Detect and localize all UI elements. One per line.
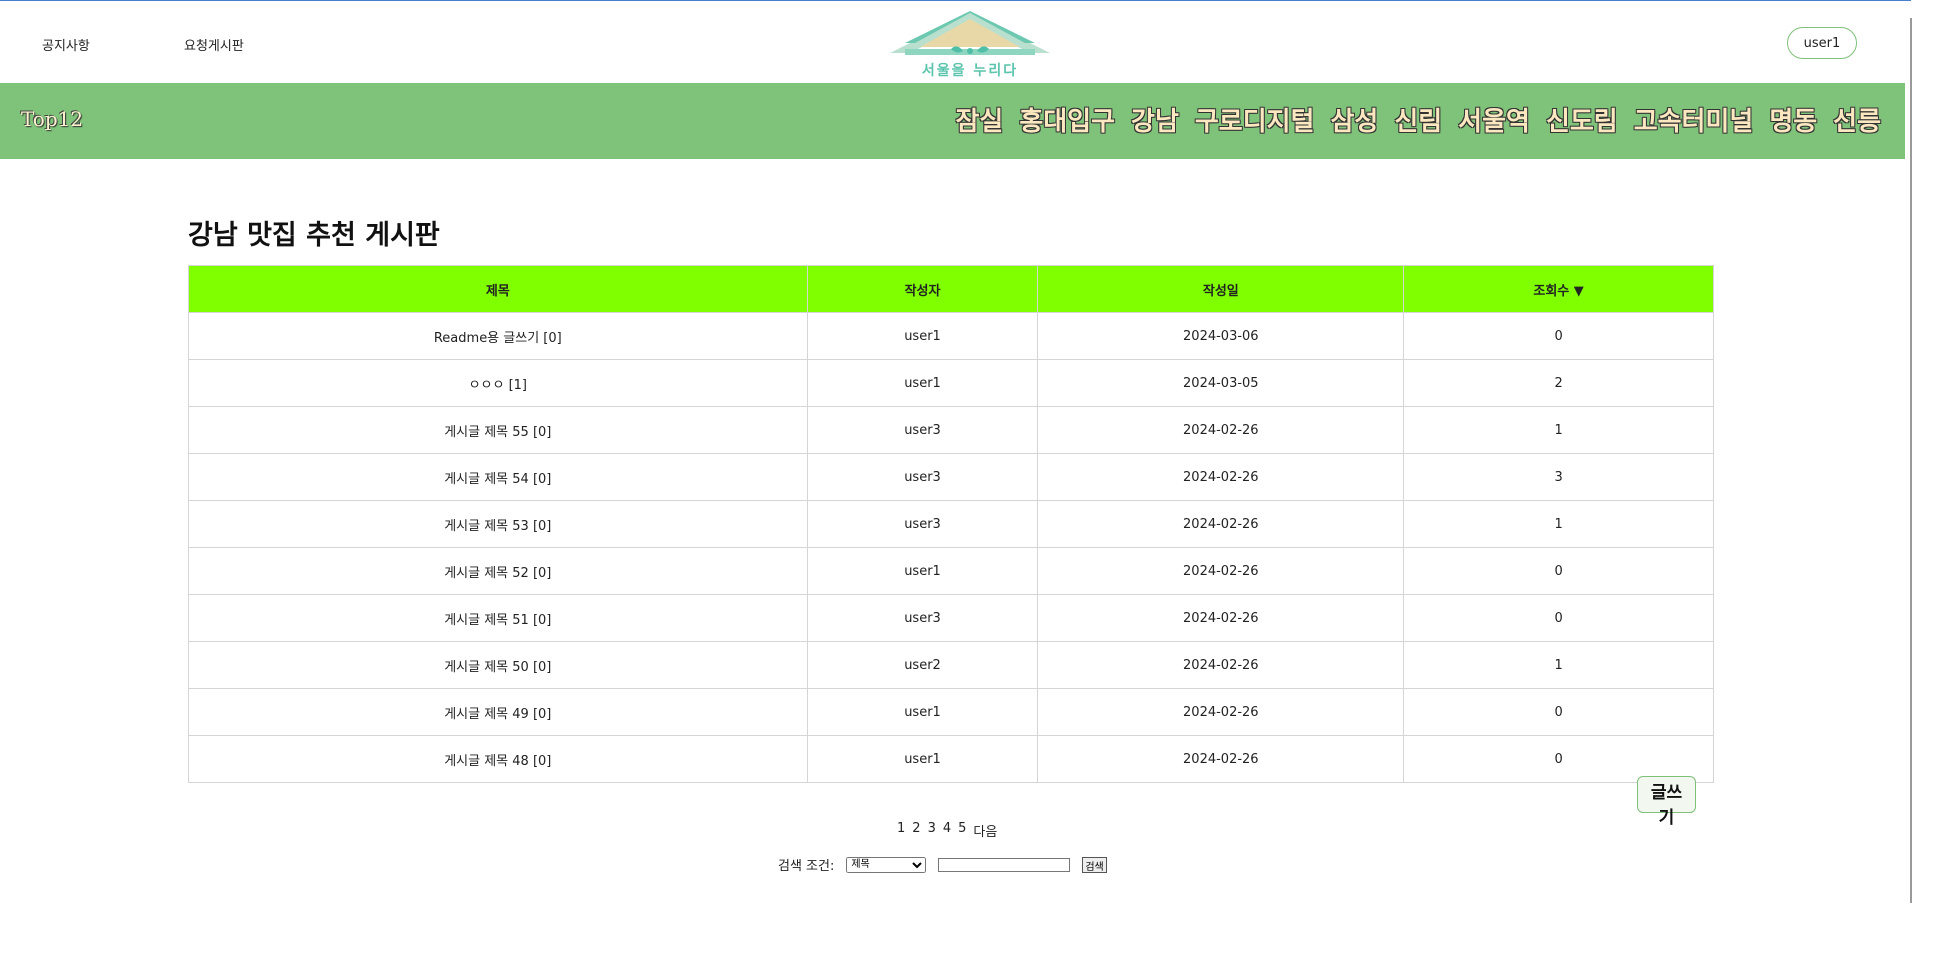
post-date: 2024-02-26: [1037, 735, 1405, 783]
search-button[interactable]: 검색: [1082, 856, 1107, 873]
logo-text: 서울을 누리다: [922, 62, 1018, 79]
post-title[interactable]: 게시글 제목 48 [0]: [188, 735, 808, 783]
region-list: 잠실 홍대입구 강남 구로디지털 삼성 신림 서울역 신도림 고속터미널 명동 …: [956, 101, 1882, 138]
table-row[interactable]: ㅇㅇㅇ [1] user1 2024-03-05 2: [188, 359, 1714, 407]
region-jamsil[interactable]: 잠실: [956, 101, 1004, 138]
search-input[interactable]: [938, 857, 1071, 872]
column-views-sort[interactable]: 조회수 ▼: [1403, 265, 1714, 313]
site-logo[interactable]: 서울을 누리다: [885, 11, 1055, 81]
post-author: user2: [806, 641, 1039, 689]
table-row[interactable]: 게시글 제목 50 [0] user2 2024-02-26 1: [188, 641, 1714, 689]
post-views: 0: [1403, 594, 1714, 642]
column-title[interactable]: 제목: [188, 265, 808, 313]
region-express-terminal[interactable]: 고속터미널: [1634, 101, 1754, 138]
post-views: 1: [1403, 641, 1714, 689]
post-author: user1: [806, 547, 1039, 595]
page-5-link[interactable]: 5: [958, 821, 966, 840]
region-sindorim[interactable]: 신도림: [1546, 101, 1618, 138]
table-header-row: 제목 작성자 작성일 조회수 ▼: [188, 265, 1714, 313]
nav-notice-link[interactable]: 공지사항: [42, 35, 90, 54]
write-post-button[interactable]: 글쓰기: [1637, 776, 1696, 828]
page-title: 강남 맛집 추천 게시판: [188, 220, 440, 251]
post-title[interactable]: 게시글 제목 51 [0]: [188, 594, 808, 642]
next-page-link[interactable]: 다음: [973, 821, 997, 840]
post-author: user1: [806, 735, 1039, 783]
post-date: 2024-02-26: [1037, 594, 1405, 642]
post-views: 3: [1403, 453, 1714, 501]
post-author: user1: [806, 688, 1039, 736]
search-condition-label: 검색 조건:: [778, 859, 835, 874]
scrollbar[interactable]: [1910, 18, 1912, 903]
post-title[interactable]: 게시글 제목 52 [0]: [188, 547, 808, 595]
page-1-link[interactable]: 1: [897, 821, 905, 840]
post-date: 2024-02-26: [1037, 406, 1405, 454]
post-date: 2024-02-26: [1037, 641, 1405, 689]
post-author: user3: [806, 453, 1039, 501]
site-header: 공지사항 요청게시판 서울을 누리다 user1: [0, 1, 1905, 83]
table-row[interactable]: Readme용 글쓰기 [0] user1 2024-03-06 0: [188, 312, 1714, 360]
post-title[interactable]: 게시글 제목 49 [0]: [188, 688, 808, 736]
region-samseong[interactable]: 삼성: [1330, 101, 1378, 138]
post-author: user3: [806, 406, 1039, 454]
search-condition-select[interactable]: 제목: [846, 856, 927, 873]
post-title[interactable]: 게시글 제목 55 [0]: [188, 406, 808, 454]
post-date: 2024-02-26: [1037, 547, 1405, 595]
post-date: 2024-02-26: [1037, 688, 1405, 736]
column-author[interactable]: 작성자: [806, 265, 1039, 313]
post-author: user3: [806, 500, 1039, 548]
post-date: 2024-02-26: [1037, 453, 1405, 501]
logo-house-icon: 서울을 누리다: [890, 11, 1050, 79]
column-date[interactable]: 작성일: [1037, 265, 1405, 313]
top12-link[interactable]: Top12: [21, 107, 83, 131]
post-author: user3: [806, 594, 1039, 642]
region-seolleung[interactable]: 선릉: [1833, 101, 1881, 138]
post-author: user1: [806, 359, 1039, 407]
page-3-link[interactable]: 3: [928, 821, 936, 840]
region-myeongdong[interactable]: 명동: [1769, 101, 1817, 138]
pagination: 1 2 3 4 5 다음: [897, 821, 997, 840]
post-views: 0: [1403, 688, 1714, 736]
post-views: 0: [1403, 312, 1714, 360]
table-row[interactable]: 게시글 제목 52 [0] user1 2024-02-26 0: [188, 547, 1714, 595]
table-row[interactable]: 게시글 제목 49 [0] user1 2024-02-26 0: [188, 688, 1714, 736]
region-seoul-station[interactable]: 서울역: [1458, 101, 1530, 138]
post-title[interactable]: 게시글 제목 53 [0]: [188, 500, 808, 548]
nav-request-board-link[interactable]: 요청게시판: [184, 35, 244, 54]
post-title[interactable]: 게시글 제목 54 [0]: [188, 453, 808, 501]
post-title[interactable]: 게시글 제목 50 [0]: [188, 641, 808, 689]
region-guro-digital[interactable]: 구로디지털: [1195, 101, 1315, 138]
user-menu-button[interactable]: user1: [1787, 27, 1857, 59]
post-title[interactable]: Readme용 글쓰기 [0]: [188, 312, 808, 360]
table-row[interactable]: 게시글 제목 54 [0] user3 2024-02-26 3: [188, 453, 1714, 501]
page-2-link[interactable]: 2: [912, 821, 920, 840]
region-hongdae[interactable]: 홍대입구: [1019, 101, 1115, 138]
post-views: 0: [1403, 547, 1714, 595]
table-row[interactable]: 게시글 제목 51 [0] user3 2024-02-26 0: [188, 594, 1714, 642]
region-gangnam[interactable]: 강남: [1131, 101, 1179, 138]
table-row[interactable]: 게시글 제목 55 [0] user3 2024-02-26 1: [188, 406, 1714, 454]
post-table: 제목 작성자 작성일 조회수 ▼ Readme용 글쓰기 [0] user1 202…: [188, 265, 1714, 783]
region-sillim[interactable]: 신림: [1394, 101, 1442, 138]
post-views: 1: [1403, 406, 1714, 454]
table-row[interactable]: 게시글 제목 48 [0] user1 2024-02-26 0: [188, 735, 1714, 783]
post-views: 1: [1403, 500, 1714, 548]
post-date: 2024-03-06: [1037, 312, 1405, 360]
region-nav-bar: Top12 잠실 홍대입구 강남 구로디지털 삼성 신림 서울역 신도림 고속터…: [0, 83, 1905, 159]
post-date: 2024-03-05: [1037, 359, 1405, 407]
post-title[interactable]: ㅇㅇㅇ [1]: [188, 359, 808, 407]
post-author: user1: [806, 312, 1039, 360]
post-date: 2024-02-26: [1037, 500, 1405, 548]
table-row[interactable]: 게시글 제목 53 [0] user3 2024-02-26 1: [188, 500, 1714, 548]
page-4-link[interactable]: 4: [943, 821, 951, 840]
search-bar: 검색 조건: 제목 검색: [778, 855, 1107, 874]
post-views: 2: [1403, 359, 1714, 407]
